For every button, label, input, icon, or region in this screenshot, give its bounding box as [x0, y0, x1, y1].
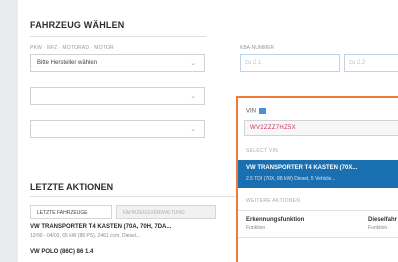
tab-recent-vehicles[interactable]: LETZTE FAHRZEUGE — [30, 205, 112, 219]
type-select[interactable]: ⌄ — [30, 120, 205, 138]
divider — [30, 196, 236, 197]
manufacturer-select-value: Bitte Hersteller wählen — [37, 60, 98, 66]
recent-actions-title: LETZTE AKTIONEN — [30, 182, 114, 192]
page-title: FAHRZEUG WÄHLEN — [30, 20, 125, 30]
vehicle-result-item[interactable]: VW TRANSPORTER T4 KASTEN (70X... 2.5 TDI… — [238, 160, 398, 188]
chevron-down-icon: ⌄ — [190, 60, 196, 67]
vin-input[interactable]: WV2ZZZ7HZ5X — [244, 120, 398, 136]
page: FAHRZEUG WÄHLEN PKW · NFZ · MOTORAD · MO… — [18, 0, 398, 262]
vin-label-row: VIN — [246, 108, 267, 115]
action-diesel-sub: Funktion — [368, 225, 388, 231]
info-icon — [259, 108, 267, 114]
registration-label: KBA-NUMMER — [240, 45, 275, 51]
actions-row: Erkennungsfunktion Funktion Dieselfahr F… — [238, 210, 398, 238]
action-diesel-title: Dieselfahr — [368, 217, 398, 223]
vehicle-result-subtitle: 2.5 TDI (70X, 88 kW) Diesel, 5 Vehicle..… — [246, 176, 336, 182]
registration-field-2[interactable]: zu 2.2 — [344, 54, 398, 72]
manufacturer-select[interactable]: Bitte Hersteller wählen ⌄ — [30, 54, 205, 72]
recent-item-title[interactable]: VW TRANSPORTER T4 KASTEN (70A, 70H, 7DA.… — [30, 224, 171, 230]
registration-field-1-placeholder: zu 2.1 — [245, 60, 262, 66]
action-recognition[interactable]: Erkennungsfunktion Funktion — [246, 217, 304, 231]
vin-search-panel: VIN WV2ZZZ7HZ5X SELECT VIN VW TRANSPORTE… — [236, 96, 398, 262]
select-vin-heading: SELECT VIN — [246, 148, 279, 154]
tab-vehicle-management[interactable]: FAHRZEUGVERWALTUNG — [116, 205, 216, 219]
action-recognition-title: Erkennungsfunktion — [246, 217, 305, 223]
registration-field-2-placeholder: zu 2.2 — [349, 60, 366, 66]
action-recognition-sub: Funktion — [246, 225, 266, 231]
chevron-down-icon: ⌄ — [190, 93, 196, 100]
action-diesel[interactable]: Dieselfahr Funktion — [368, 217, 397, 231]
model-select[interactable]: ⌄ — [30, 87, 205, 105]
vehicle-result-title: VW TRANSPORTER T4 KASTEN (70X... — [246, 165, 358, 171]
recent-item-title[interactable]: VW POLO (86C) 86 1.4 — [30, 249, 93, 255]
recent-item-subtitle: 12/90 - 04/03, 65 kW (88 PS), 2461 ccm, … — [30, 233, 141, 239]
more-actions-heading: WEITERE AKTIONEN — [246, 198, 301, 204]
vin-label: VIN — [246, 108, 257, 115]
vehicle-type-hint: PKW · NFZ · MOTORAD · MOTOR — [30, 45, 114, 51]
divider — [30, 36, 206, 37]
chevron-down-icon: ⌄ — [190, 126, 196, 133]
registration-field-1[interactable]: zu 2.1 — [240, 54, 340, 72]
